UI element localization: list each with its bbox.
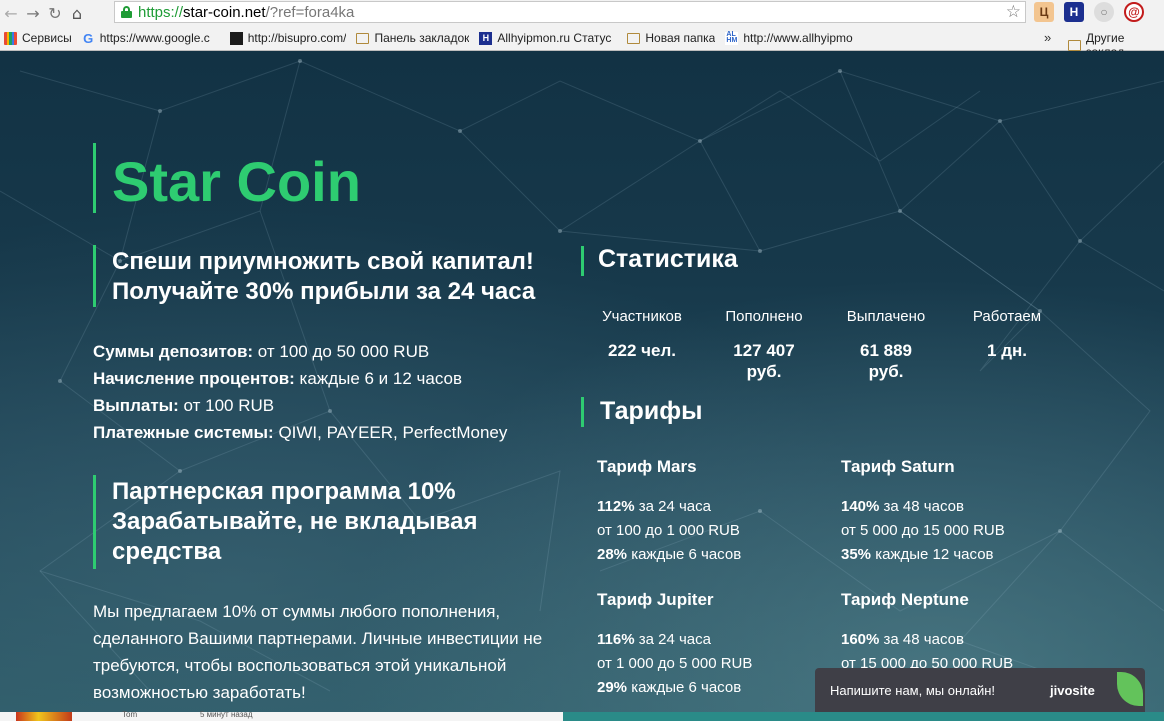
lock-icon [121, 6, 132, 18]
tagline: Спеши приумножить свой капитал! Получайт… [112, 248, 536, 305]
taskbar-notification: Tom 5 минут назад [0, 710, 563, 721]
detail-payouts: Выплаты: от 100 RUB [93, 396, 275, 415]
tariff-saturn: Тариф Saturn 140% за 48 часов от 5 000 д… [841, 457, 1005, 563]
partner-program-text: Мы предлагаем 10% от суммы любого пополн… [93, 602, 543, 702]
home-icon[interactable]: ⌂ [66, 2, 88, 24]
tariffs-accent-bar [581, 397, 584, 427]
allhm-icon: AL HM [725, 31, 739, 45]
h-icon: H [479, 31, 493, 45]
sun-icon [16, 712, 72, 721]
bookmarks-more-button[interactable]: » [1044, 30, 1051, 45]
extension-h-icon[interactable]: H [1064, 2, 1084, 22]
url-path: /?ref=fora4ka [265, 3, 355, 21]
deposit-details: Суммы депозитов: от 100 до 50 000 RUB На… [93, 338, 507, 446]
bookmark-allhyipmo[interactable]: AL HM http://www.allhyipmo [725, 31, 865, 45]
stat-paid-out: Выплачено 61 889 руб. [846, 308, 926, 381]
page-content: Star Coin Спеши приумножить свой капитал… [0, 51, 1164, 712]
bookmark-star-icon[interactable]: ☆ [1006, 2, 1021, 22]
stat-deposited: Пополнено 127 407 руб. [725, 308, 803, 381]
extension-1-icon[interactable]: Ц [1034, 2, 1054, 22]
bookmark-bisupro[interactable]: http://bisupro.com/ [229, 31, 346, 45]
google-icon: G [83, 31, 94, 45]
title-accent-bar [93, 143, 96, 213]
address-bar[interactable]: https://star-coin.net/?ref=fora4ka ☆ [114, 1, 1026, 23]
bookmark-panel[interactable]: Панель закладок [356, 31, 469, 45]
jivosite-logo: jivosite [1050, 682, 1095, 698]
reload-icon[interactable]: ↻ [44, 2, 66, 24]
url-scheme: https:// [138, 3, 184, 21]
partner-program-title: Партнерская программа 10% Зарабатывайте,… [112, 478, 478, 565]
bookmarks-bar: Сервисы G https://www.google.c http://bi… [0, 26, 1164, 59]
apps-icon [4, 31, 17, 45]
extension-icons: Ц H ○ @ [1034, 2, 1144, 22]
leaf-icon [1117, 672, 1143, 706]
back-arrow-icon[interactable]: ← [0, 2, 22, 24]
partner-accent-bar [93, 475, 96, 569]
stats-title: Статистика [598, 245, 738, 273]
browser-toolbar: ← → ↻ ⌂ https://star-coin.net/?ref=fora4… [0, 0, 1164, 26]
taskbar: Tom 5 минут назад [0, 710, 1164, 721]
folder-icon [1068, 39, 1081, 51]
tariff-mars: Тариф Mars 112% за 24 часа от 100 до 1 0… [597, 457, 742, 563]
bookmark-new-folder[interactable]: Новая папка [627, 31, 715, 45]
chat-widget[interactable]: Напишите нам, мы онлайн! jivosite [815, 668, 1145, 712]
chat-prompt: Напишите нам, мы онлайн! [830, 682, 996, 698]
detail-deposit-sums: Суммы депозитов: от 100 до 50 000 RUB [93, 342, 430, 361]
extension-3-icon[interactable]: ○ [1094, 2, 1114, 22]
stat-working-days: Работаем 1 дн. [972, 308, 1042, 360]
tagline-accent-bar [93, 245, 96, 307]
detail-payment-systems: Платежные системы: QIWI, PAYEER, Perfect… [93, 423, 508, 442]
tariffs-title: Тарифы [600, 397, 703, 425]
url-host: star-coin.net [183, 3, 266, 21]
stat-participants: Участников 222 чел. [602, 308, 682, 360]
forward-arrow-icon[interactable]: → [22, 2, 44, 24]
folder-icon [627, 32, 641, 44]
detail-interest-accrual: Начисление процентов: каждые 6 и 12 часо… [93, 369, 463, 388]
bookmark-allhyipmon[interactable]: H Allhyipmon.ru Статус [479, 31, 617, 45]
extension-4-icon[interactable]: @ [1124, 2, 1144, 22]
bookmark-services[interactable]: Сервисы [4, 31, 72, 45]
folder-icon [356, 32, 370, 44]
site-title: Star Coin [112, 150, 361, 213]
stats-accent-bar [581, 246, 584, 276]
tariff-neptune: Тариф Neptune 160% за 48 часов от 15 000… [841, 590, 1014, 672]
bookmark-google[interactable]: G https://www.google.c [82, 31, 220, 45]
tariff-jupiter: Тариф Jupiter 116% за 24 часа от 1 000 д… [597, 590, 753, 696]
site-icon [229, 31, 243, 45]
